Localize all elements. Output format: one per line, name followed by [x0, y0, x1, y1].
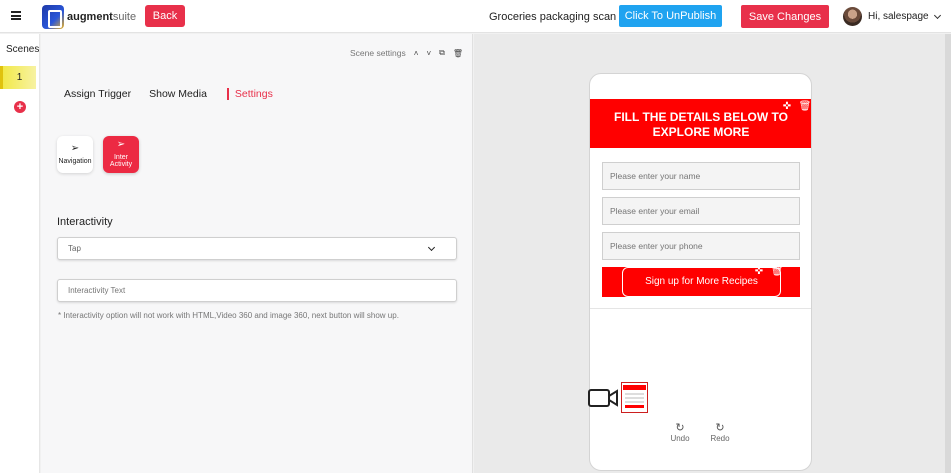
- interactivity-text-input[interactable]: [57, 279, 457, 302]
- tab-show-media[interactable]: Show Media: [149, 88, 207, 100]
- project-title: Groceries packaging scan: [489, 11, 629, 23]
- navigation-arrow-icon: ➢: [70, 143, 80, 155]
- user-greeting: Hi, salespage: [868, 11, 929, 22]
- name-field[interactable]: [602, 162, 800, 190]
- tab-assign-trigger[interactable]: Assign Trigger: [64, 88, 131, 100]
- chevron-down-icon: [427, 243, 436, 252]
- video-camera-icon[interactable]: [587, 387, 618, 409]
- copy-icon[interactable]: ⧉: [439, 48, 445, 58]
- scene-thumbnail[interactable]: [621, 382, 648, 413]
- user-menu[interactable]: Hi, salespage: [868, 11, 941, 22]
- move-icon[interactable]: ✜: [752, 265, 766, 278]
- brand-name: augmentsuite: [67, 10, 137, 23]
- interactivity-note: * Interactivity option will not work wit…: [58, 311, 399, 320]
- thumbnail-button: [625, 405, 644, 408]
- redo-icon: ↻: [715, 422, 725, 434]
- thumbnail-banner: [623, 385, 646, 390]
- chevron-down-icon[interactable]: ˅: [426, 49, 431, 58]
- move-icon[interactable]: ✜: [780, 100, 794, 113]
- scenes-sidebar: Scenes 1 +: [0, 34, 40, 473]
- top-bar: augmentsuite Back Groceries packaging sc…: [0, 0, 951, 33]
- undo-icon: ↻: [675, 422, 685, 434]
- back-button[interactable]: Back: [145, 5, 185, 27]
- interactivity-select[interactable]: Tap: [57, 237, 457, 260]
- email-field[interactable]: [602, 197, 800, 225]
- logo-mark-icon: [42, 4, 64, 29]
- scene-settings-panel: Scene settings ˄ ˅ ⧉ 🗑︎ Assign Trigger S…: [41, 34, 473, 473]
- interactivity-card-label: Inter Activity: [109, 153, 133, 169]
- vertical-scrollbar[interactable]: [945, 34, 951, 473]
- navigation-arrow-icon: ➢: [116, 139, 126, 151]
- thumbnail-line: [625, 401, 644, 403]
- unpublish-button[interactable]: Click To UnPublish: [619, 5, 722, 27]
- interactivity-type-card[interactable]: ➢ Inter Activity: [103, 136, 139, 173]
- form-banner-heading[interactable]: FILL THE DETAILS BELOW TO EXPLORE MORE: [590, 99, 811, 148]
- thumbnail-line: [625, 393, 644, 395]
- interactivity-heading: Interactivity: [57, 216, 113, 228]
- trash-icon[interactable]: 🗑︎: [453, 49, 463, 58]
- undo-button[interactable]: ↻ Undo: [668, 422, 692, 444]
- phone-field[interactable]: [602, 232, 800, 260]
- divider: [590, 308, 811, 309]
- scene-settings-toolbar: Scene settings ˄ ˅ ⧉ 🗑︎: [350, 48, 463, 58]
- chevron-down-icon: [933, 11, 941, 19]
- trash-icon[interactable]: 🗑︎: [770, 265, 784, 278]
- scenes-title: Scenes: [6, 44, 40, 55]
- scene-settings-label: Scene settings: [350, 48, 406, 58]
- add-scene-icon[interactable]: +: [14, 101, 26, 113]
- interactivity-select-value: Tap: [68, 244, 81, 253]
- trash-icon[interactable]: 🗑︎: [798, 100, 811, 113]
- redo-label: Redo: [710, 434, 730, 443]
- navigation-type-card[interactable]: ➢ Navigation: [57, 136, 93, 173]
- settings-tabs: Assign Trigger Show Media Settings: [64, 88, 291, 100]
- save-changes-button[interactable]: Save Changes: [741, 5, 829, 28]
- redo-button[interactable]: ↻ Redo: [708, 422, 732, 444]
- project-title-text: Groceries packaging scan: [489, 11, 617, 23]
- chevron-up-icon[interactable]: ˄: [414, 49, 419, 58]
- navigation-card-label: Navigation: [58, 157, 92, 165]
- avatar[interactable]: [843, 7, 862, 26]
- undo-label: Undo: [670, 434, 690, 443]
- thumbnail-line: [625, 397, 644, 399]
- hamburger-menu-icon[interactable]: [11, 11, 21, 20]
- scene-item-1[interactable]: 1: [0, 66, 36, 89]
- brand-logo[interactable]: augmentsuite: [42, 4, 136, 29]
- tab-settings[interactable]: Settings: [226, 88, 273, 100]
